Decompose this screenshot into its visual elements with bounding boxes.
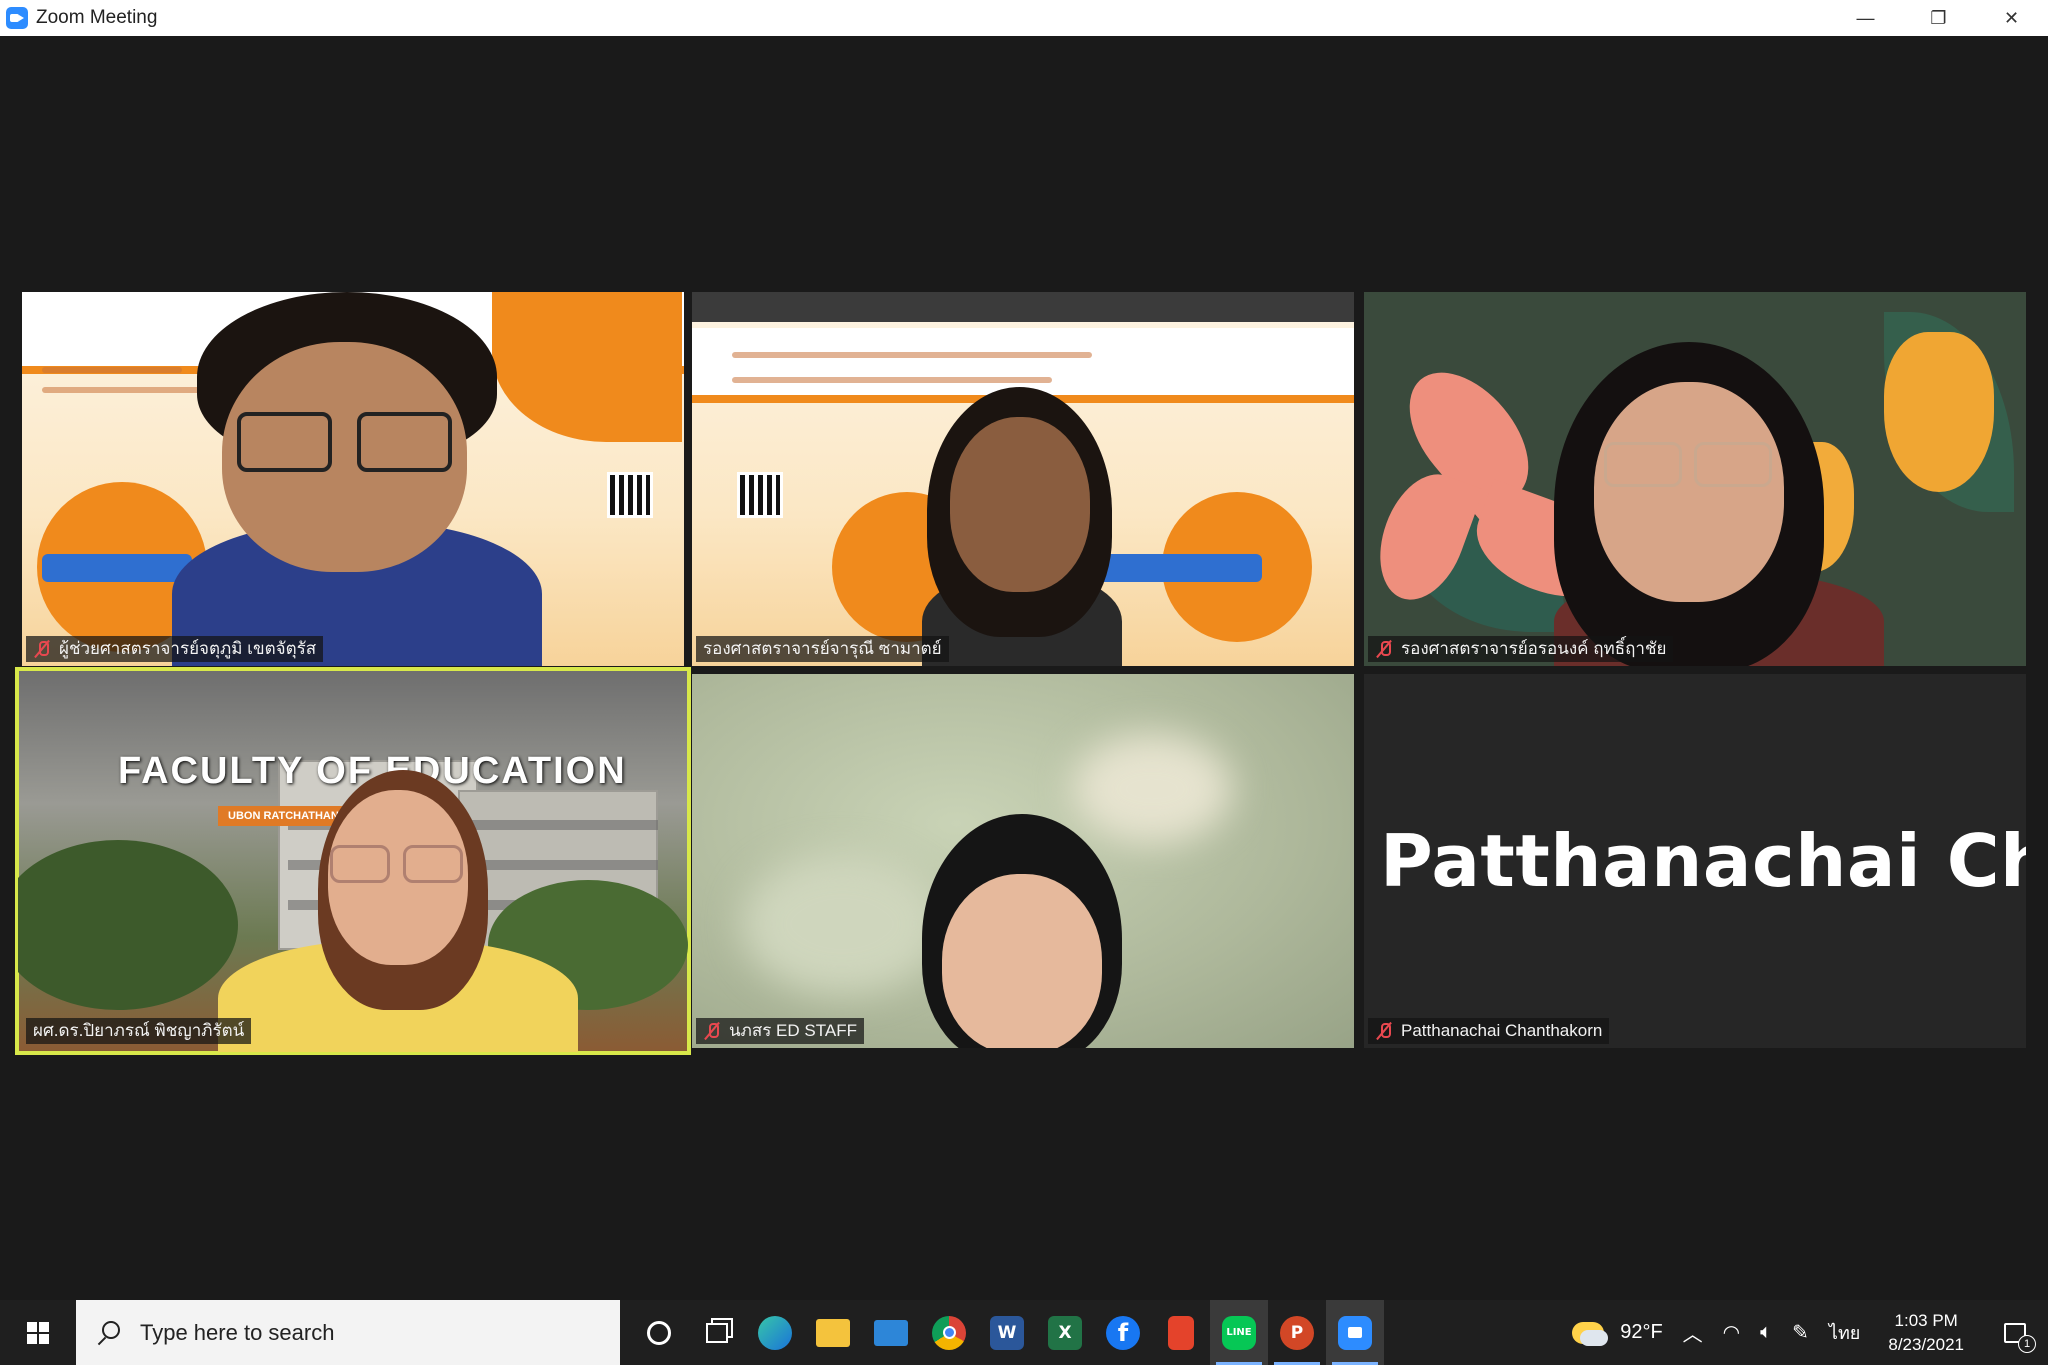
video-tile[interactable]: รองศาสตราจารย์จารุณี ซามาตย์: [692, 292, 1354, 666]
mail-icon: [874, 1319, 908, 1346]
windows-taskbar: W X f LINE P 92°F ︿ ◠ 🔈︎ ✎: [0, 1300, 2048, 1365]
start-button[interactable]: [0, 1300, 76, 1365]
participant-video: [18, 670, 688, 1052]
file-explorer-button[interactable]: [804, 1300, 862, 1365]
participant-name: ผศ.ดร.ปิยาภรณ์ พิชญาภิรัตน์: [33, 1021, 245, 1040]
facebook-icon: f: [1106, 1315, 1140, 1350]
participant-video: [1364, 292, 2026, 666]
window-title-bar: Zoom Meeting — ❐ ✕: [0, 0, 2048, 36]
word-icon: W: [990, 1315, 1024, 1350]
minimize-button[interactable]: —: [1829, 0, 1902, 36]
participant-name-tag: ผู้ช่วยศาสตราจารย์จตุภูมิ เขตจัตุรัส: [26, 636, 324, 662]
office-icon: [1168, 1315, 1194, 1350]
mic-muted-icon: [33, 640, 51, 658]
participant-name-tag: นภสร ED STAFF: [696, 1018, 864, 1044]
window-controls: — ❐ ✕: [1829, 0, 2048, 36]
participant-name-tag: ผศ.ดร.ปิยาภรณ์ พิชญาภิรัตน์: [26, 1018, 252, 1044]
restore-button[interactable]: ❐: [1902, 0, 1975, 36]
participant-name-tag: Patthanachai Chanthakorn: [1368, 1018, 1610, 1044]
search-icon: [96, 1320, 120, 1345]
powerpoint-icon: P: [1280, 1315, 1314, 1350]
video-tile[interactable]: ผู้ช่วยศาสตราจารย์จตุภูมิ เขตจัตุรัส: [22, 292, 684, 666]
line-icon: LINE: [1222, 1315, 1256, 1350]
windows-logo-icon: [27, 1321, 49, 1344]
clock-date: 8/23/2021: [1888, 1334, 1964, 1354]
participant-name: Patthanachai Chanthakorn: [1401, 1021, 1603, 1040]
zoom-app-icon: [6, 7, 28, 29]
zoom-button[interactable]: [1326, 1300, 1384, 1365]
window-title: Zoom Meeting: [36, 7, 158, 28]
speaker-icon: 🔈︎: [1760, 1321, 1773, 1343]
participant-video: [692, 292, 1354, 666]
participant-name: รองศาสตราจารย์อรอนงค์ ฤทธิ์ฤาชัย: [1401, 639, 1667, 658]
excel-button[interactable]: X: [1036, 1300, 1094, 1365]
notification-count: 1: [2018, 1335, 2036, 1353]
edge-icon: [758, 1315, 792, 1350]
video-tile[interactable]: รองศาสตราจารย์อรอนงค์ ฤทธิ์ฤาชัย: [1364, 292, 2026, 666]
chrome-icon: [932, 1315, 966, 1350]
mic-muted-icon: [1375, 640, 1393, 658]
video-tile-no-video[interactable]: Patthanachai Ch... Patthanachai Chanthak…: [1364, 674, 2026, 1048]
mail-button[interactable]: [862, 1300, 920, 1365]
system-tray: 92°F ︿ ◠ 🔈︎ ✎ ไทย 1:03 PM 8/23/2021 1: [1562, 1300, 2048, 1365]
cortana-icon: [647, 1320, 671, 1345]
cortana-button[interactable]: [630, 1300, 688, 1365]
task-view-icon: [706, 1322, 728, 1343]
video-tile-active-speaker[interactable]: FACULTY OF EDUCATION UBON RATCHATHANI UN…: [15, 667, 691, 1055]
action-center-button[interactable]: 1: [1982, 1300, 2048, 1365]
show-hidden-icons-button[interactable]: ︿: [1673, 1300, 1713, 1365]
participant-video: [692, 674, 1354, 1048]
chrome-button[interactable]: [920, 1300, 978, 1365]
word-button[interactable]: W: [978, 1300, 1036, 1365]
wifi-icon: ◠: [1722, 1322, 1741, 1344]
chevron-up-icon: ︿: [1682, 1324, 1703, 1346]
participant-name-tag: รองศาสตราจารย์อรอนงค์ ฤทธิ์ฤาชัย: [1368, 636, 1674, 662]
mic-muted-icon: [703, 1022, 721, 1040]
search-input[interactable]: [140, 1319, 560, 1346]
input-language: ไทย: [1828, 1323, 1861, 1343]
pen-workspace-button[interactable]: ✎: [1782, 1300, 1819, 1365]
video-tile[interactable]: นภสร ED STAFF: [692, 674, 1354, 1048]
clock[interactable]: 1:03 PM 8/23/2021: [1870, 1300, 1982, 1365]
powerpoint-button[interactable]: P: [1268, 1300, 1326, 1365]
participant-name: รองศาสตราจารย์จารุณี ซามาตย์: [703, 639, 942, 658]
volume-button[interactable]: 🔈︎: [1750, 1300, 1782, 1365]
weather-widget[interactable]: 92°F: [1562, 1300, 1672, 1365]
participant-video: [22, 292, 684, 666]
zoom-icon: [1338, 1315, 1372, 1350]
facebook-button[interactable]: f: [1094, 1300, 1152, 1365]
pen-icon: ✎: [1792, 1322, 1809, 1344]
input-language-button[interactable]: ไทย: [1819, 1300, 1870, 1365]
mic-muted-icon: [1375, 1022, 1393, 1040]
participant-name: ผู้ช่วยศาสตราจารย์จตุภูมิ เขตจัตุรัส: [59, 639, 317, 658]
participant-name-tag: รองศาสตราจารย์จารุณี ซามาตย์: [696, 636, 949, 662]
gallery-view: ผู้ช่วยศาสตราจารย์จตุภูมิ เขตจัตุรัส รอง…: [0, 36, 2048, 1300]
taskbar-search[interactable]: [76, 1300, 620, 1365]
close-button[interactable]: ✕: [1975, 0, 2048, 36]
weather-temperature: 92°F: [1620, 1321, 1663, 1343]
participant-name: นภสร ED STAFF: [729, 1021, 857, 1040]
file-explorer-icon: [816, 1318, 850, 1347]
weather-cloud-sun-icon: [1572, 1321, 1609, 1346]
line-button[interactable]: LINE: [1210, 1300, 1268, 1365]
task-view-button[interactable]: [688, 1300, 746, 1365]
participant-display-name: Patthanachai Ch...: [1380, 819, 2026, 903]
office-button[interactable]: [1152, 1300, 1210, 1365]
excel-icon: X: [1048, 1315, 1082, 1350]
clock-time: 1:03 PM: [1894, 1310, 1958, 1330]
edge-button[interactable]: [746, 1300, 804, 1365]
network-button[interactable]: ◠: [1713, 1300, 1750, 1365]
